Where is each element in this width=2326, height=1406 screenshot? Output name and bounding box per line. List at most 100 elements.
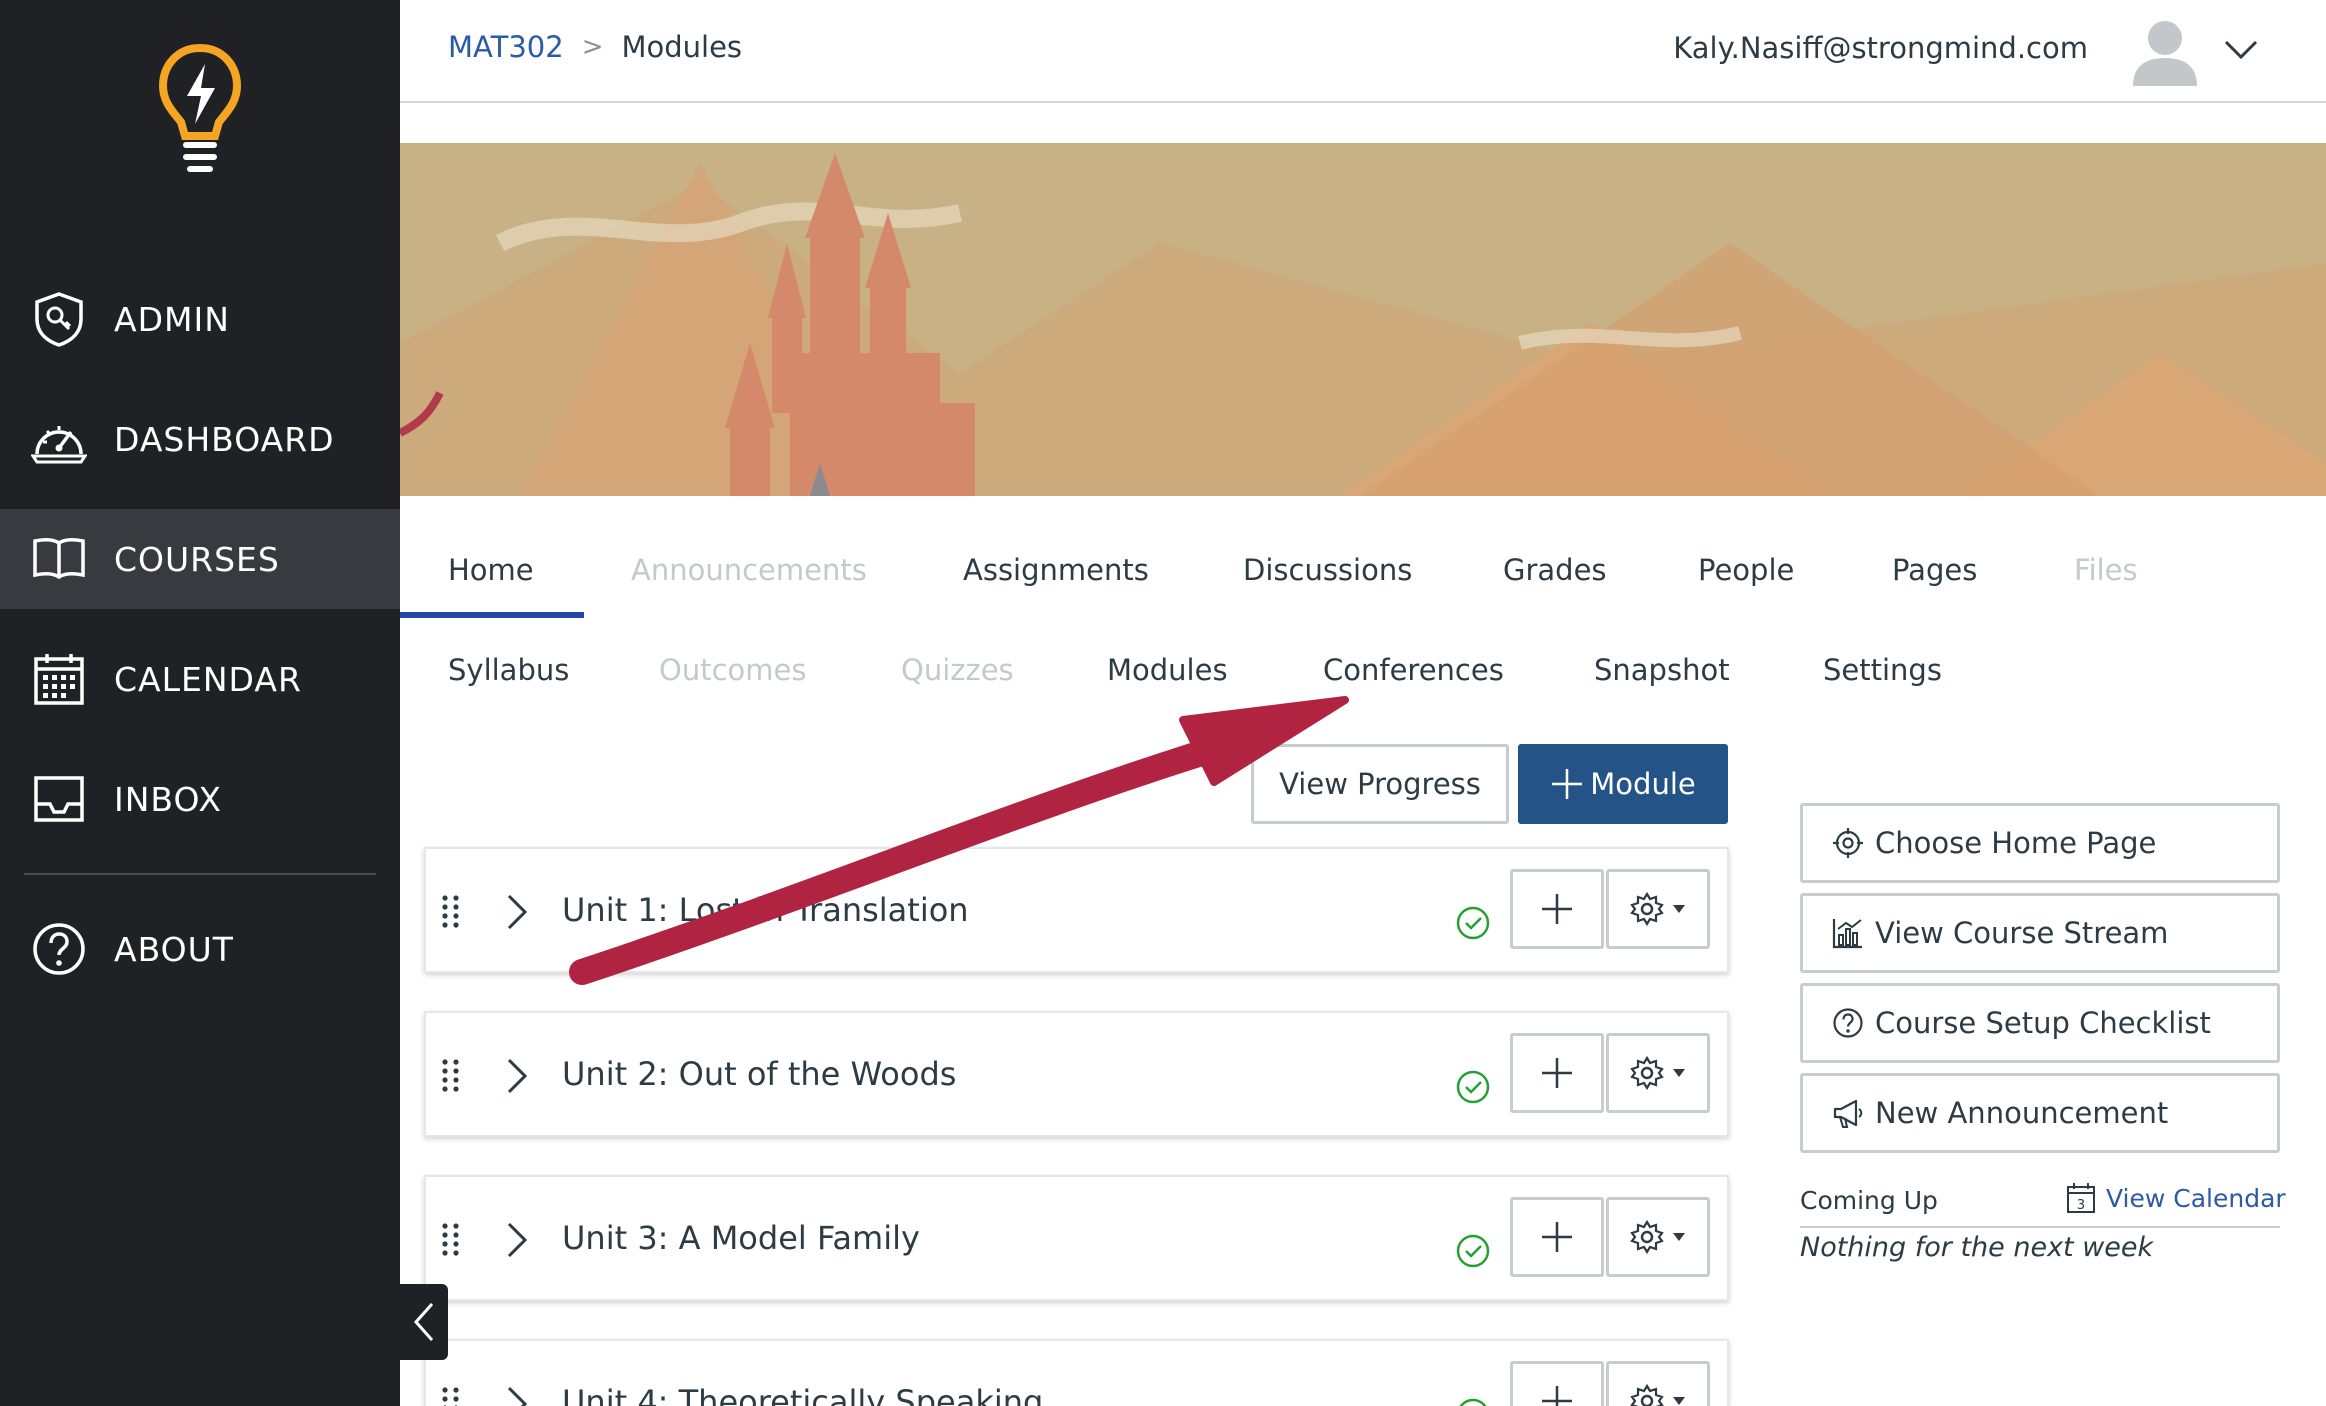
caret-down-icon (1673, 905, 1685, 913)
module-item: Unit 2: Out of the Woods (424, 1011, 1729, 1137)
nav-courses[interactable]: COURSES (0, 509, 400, 609)
tab-snapshot[interactable]: Snapshot (1594, 653, 1730, 687)
published-check-icon[interactable] (1455, 905, 1491, 941)
published-check-icon[interactable] (1455, 1233, 1491, 1269)
module-settings-button[interactable] (1606, 1033, 1710, 1113)
nav-about[interactable]: ABOUT (0, 899, 400, 999)
nav-about-label: ABOUT (114, 929, 234, 969)
nav-admin[interactable]: ADMIN (0, 269, 400, 369)
caret-down-icon (1673, 1397, 1685, 1405)
gear-icon (1630, 1220, 1664, 1254)
chevron-right-icon[interactable] (504, 1057, 530, 1095)
breadcrumb: MAT302 > Modules (448, 30, 742, 64)
chevron-right-icon[interactable] (504, 1385, 530, 1406)
drag-handle-icon[interactable] (440, 1386, 462, 1406)
tab-assignments[interactable]: Assignments (963, 553, 1149, 587)
view-progress-button[interactable]: View Progress (1251, 744, 1509, 824)
megaphone-icon (1831, 1096, 1865, 1130)
nav-admin-label: ADMIN (114, 299, 230, 339)
lightbulb-logo-icon[interactable] (155, 40, 245, 180)
breadcrumb-course-link[interactable]: MAT302 (448, 30, 564, 64)
new-announcement-label: New Announcement (1875, 1096, 2169, 1130)
view-course-stream-button[interactable]: View Course Stream (1800, 893, 2280, 973)
tab-home[interactable]: Home (448, 553, 534, 587)
coming-up-divider (1800, 1226, 2280, 1228)
breadcrumb-current: Modules (621, 30, 743, 64)
question-circle-icon (30, 920, 88, 978)
module-title[interactable]: Unit 3: A Model Family (562, 1219, 920, 1257)
user-email: Kaly.Nasiff@strongmind.com (1673, 31, 2088, 65)
module-item: Unit 4: Theoretically Speaking (424, 1339, 1729, 1406)
plus-icon (1542, 1222, 1572, 1252)
drag-handle-icon[interactable] (440, 1058, 462, 1094)
tab-files[interactable]: Files (2074, 553, 2138, 587)
tab-announcements[interactable]: Announcements (631, 553, 867, 587)
global-navigation: ADMIN DASHBOARD COURSES CALENDAR INBOX A… (0, 0, 400, 1406)
add-module-button[interactable]: Module (1518, 744, 1728, 824)
active-tab-indicator (400, 612, 584, 618)
add-module-label: Module (1590, 767, 1696, 801)
module-item: Unit 3: A Model Family (424, 1175, 1729, 1301)
module-add-item-button[interactable] (1510, 1361, 1604, 1406)
nav-inbox[interactable]: INBOX (0, 749, 400, 849)
caret-down-icon (1673, 1069, 1685, 1077)
tab-outcomes[interactable]: Outcomes (659, 653, 806, 687)
drag-handle-icon[interactable] (440, 894, 462, 930)
tab-modules[interactable]: Modules (1107, 653, 1228, 687)
choose-home-page-label: Choose Home Page (1875, 826, 2157, 860)
tab-syllabus[interactable]: Syllabus (448, 653, 569, 687)
module-title[interactable]: Unit 1: Lost in Translation (562, 891, 969, 929)
module-add-item-button[interactable] (1510, 1033, 1604, 1113)
gear-icon (1630, 1056, 1664, 1090)
module-settings-button[interactable] (1606, 1197, 1710, 1277)
inbox-tray-icon (30, 770, 88, 828)
nav-courses-label: COURSES (114, 539, 280, 579)
module-add-item-button[interactable] (1510, 869, 1604, 949)
published-check-icon[interactable] (1455, 1069, 1491, 1105)
view-calendar-link[interactable]: 3 View Calendar (2066, 1182, 2286, 1214)
book-open-icon (30, 530, 88, 588)
caret-down-icon (1673, 1233, 1685, 1241)
nav-calendar-label: CALENDAR (114, 659, 302, 699)
nav-dashboard-label: DASHBOARD (114, 419, 335, 459)
drag-handle-icon[interactable] (440, 1222, 462, 1258)
new-announcement-button[interactable]: New Announcement (1800, 1073, 2280, 1153)
course-setup-checklist-button[interactable]: Course Setup Checklist (1800, 983, 2280, 1063)
user-menu-toggle[interactable] (2222, 30, 2260, 68)
module-item: Unit 1: Lost in Translation (424, 847, 1729, 973)
tab-pages[interactable]: Pages (1892, 553, 1977, 587)
speedometer-icon (30, 410, 88, 468)
course-setup-checklist-label: Course Setup Checklist (1875, 1006, 2211, 1040)
gear-icon (1630, 1384, 1664, 1406)
tab-quizzes[interactable]: Quizzes (901, 653, 1014, 687)
shield-key-icon (30, 290, 88, 348)
view-course-stream-label: View Course Stream (1875, 916, 2169, 950)
chevron-right-icon[interactable] (504, 1221, 530, 1259)
calendar-icon: 3 (2067, 1183, 2095, 1213)
view-calendar-label: View Calendar (2106, 1183, 2286, 1213)
avatar-silhouette-icon (2133, 21, 2197, 86)
plus-icon (1542, 1058, 1572, 1088)
calendar-icon (30, 650, 88, 708)
nav-dashboard[interactable]: DASHBOARD (0, 389, 400, 489)
tab-grades[interactable]: Grades (1503, 553, 1607, 587)
choose-home-page-button[interactable]: Choose Home Page (1800, 803, 2280, 883)
chevron-left-icon (413, 1303, 434, 1341)
published-check-icon[interactable] (1455, 1397, 1491, 1406)
chevron-right-icon[interactable] (504, 893, 530, 931)
collapse-nav-button[interactable] (400, 1284, 448, 1360)
course-banner-image (400, 143, 2326, 496)
module-title[interactable]: Unit 2: Out of the Woods (562, 1055, 956, 1093)
nav-calendar[interactable]: CALENDAR (0, 629, 400, 729)
user-avatar[interactable] (2130, 14, 2200, 86)
target-icon (1831, 826, 1865, 860)
module-settings-button[interactable] (1606, 869, 1710, 949)
coming-up-empty-message: Nothing for the next week (1800, 1232, 2154, 1263)
tab-settings[interactable]: Settings (1823, 653, 1942, 687)
module-title[interactable]: Unit 4: Theoretically Speaking (562, 1383, 1043, 1406)
tab-people[interactable]: People (1698, 553, 1794, 587)
tab-conferences[interactable]: Conferences (1323, 653, 1504, 687)
tab-discussions[interactable]: Discussions (1243, 553, 1412, 587)
module-add-item-button[interactable] (1510, 1197, 1604, 1277)
module-settings-button[interactable] (1606, 1361, 1710, 1406)
